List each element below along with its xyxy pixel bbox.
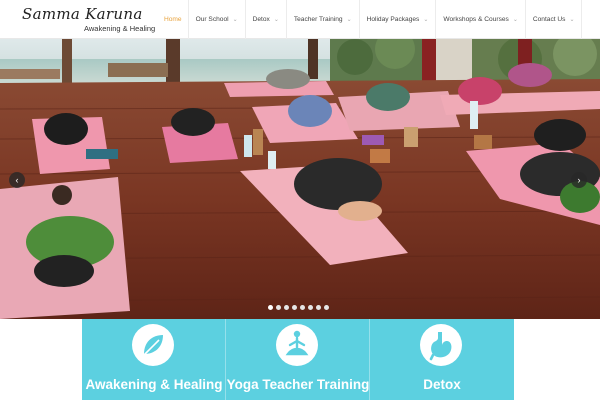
slider-dot[interactable]: [284, 305, 289, 310]
nav-item-detox[interactable]: Detox ⌄: [244, 0, 286, 39]
feature-awakening-healing[interactable]: Awakening & Healing: [82, 319, 226, 400]
nav-divider: [581, 0, 583, 39]
nav-label: Teacher Training: [293, 16, 343, 23]
leaf-icon: [132, 324, 174, 366]
feature-yoga-teacher-training[interactable]: Yoga Teacher Training: [226, 319, 370, 400]
main-nav: Home Our School ⌄ Detox ⌄ Teacher Traini…: [157, 0, 583, 39]
slider-next-button[interactable]: ›: [571, 172, 587, 188]
feature-title: Yoga Teacher Training: [226, 377, 370, 392]
nav-label: Holiday Packages: [366, 16, 420, 23]
nav-label: Home: [164, 16, 182, 23]
logo-name: Samma Karuna: [22, 5, 143, 23]
nav-label: Contact Us: [532, 16, 566, 23]
slider-prev-button[interactable]: ‹: [9, 172, 25, 188]
nav-label: Detox: [252, 16, 270, 23]
stomach-icon: [420, 324, 462, 366]
hero-slider: ‹ ›: [0, 39, 600, 319]
slider-dot[interactable]: [324, 305, 329, 310]
hero-image: [0, 39, 600, 319]
slider-dot[interactable]: [292, 305, 297, 310]
nav-item-teacher-training[interactable]: Teacher Training ⌄: [285, 0, 359, 39]
slider-dot[interactable]: [316, 305, 321, 310]
chevron-down-icon: ⌄: [423, 16, 429, 23]
slider-dot[interactable]: [300, 305, 305, 310]
nav-item-holiday-packages[interactable]: Holiday Packages ⌄: [358, 0, 436, 39]
chevron-right-icon: ›: [577, 175, 581, 185]
chevron-left-icon: ‹: [15, 175, 19, 185]
nav-label: Workshops & Courses: [443, 16, 509, 23]
slider-dot[interactable]: [308, 305, 313, 310]
nav-item-home[interactable]: Home: [157, 0, 188, 39]
chevron-down-icon: ⌄: [569, 16, 575, 23]
nav-item-contact-us[interactable]: Contact Us ⌄: [524, 0, 582, 39]
site-header: Samma Karuna Awakening & Healing Home Ou…: [0, 0, 600, 39]
feature-detox[interactable]: Detox: [370, 319, 514, 400]
chevron-down-icon: ⌄: [273, 16, 279, 23]
chevron-down-icon: ⌄: [232, 16, 238, 23]
nav-item-our-school[interactable]: Our School ⌄: [187, 0, 245, 39]
feature-title: Awakening & Healing: [85, 377, 223, 392]
logo-tagline: Awakening & Healing: [84, 24, 156, 33]
slider-pagination: [268, 305, 329, 310]
slider-dot[interactable]: [268, 305, 273, 310]
chevron-down-icon: ⌄: [512, 16, 518, 23]
site-logo[interactable]: Samma Karuna Awakening & Healing: [20, 4, 155, 36]
slider-dot[interactable]: [276, 305, 281, 310]
meditation-icon: [276, 324, 318, 366]
feature-title: Detox: [423, 377, 461, 392]
feature-boxes: Awakening & Healing Yoga Teacher Trainin…: [82, 319, 514, 400]
nav-item-workshops-courses[interactable]: Workshops & Courses ⌄: [435, 0, 524, 39]
nav-label: Our School: [195, 16, 229, 23]
chevron-down-icon: ⌄: [346, 16, 352, 23]
